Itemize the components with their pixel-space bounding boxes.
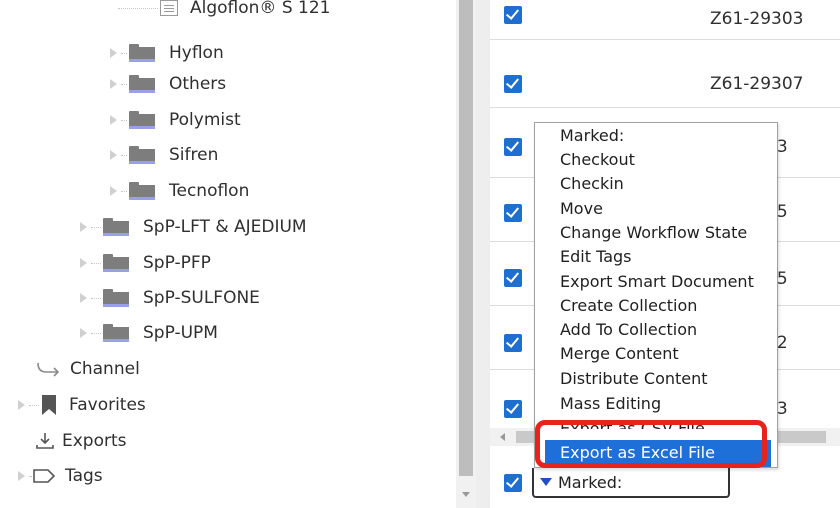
tree-connector xyxy=(121,190,127,192)
tree-item-tags[interactable]: Tags xyxy=(18,462,103,490)
tree-item-spp-sulfone[interactable]: SpP-SULFONE xyxy=(80,284,260,312)
expand-arrow-icon[interactable] xyxy=(80,328,87,338)
dropdown-triangle-icon xyxy=(540,478,552,486)
menu-item-edit-tags[interactable]: Edit Tags xyxy=(560,247,632,266)
tree-connector xyxy=(121,119,127,121)
row-id: Z61-29303 xyxy=(710,9,804,29)
tree-item-exports[interactable]: Exports xyxy=(36,427,127,455)
tree-item-others[interactable]: Others xyxy=(110,70,226,98)
expand-arrow-icon[interactable] xyxy=(110,186,117,196)
menu-item-create-collection[interactable]: Create Collection xyxy=(560,296,697,315)
tree-item-hyflon[interactable]: Hyflon xyxy=(110,39,224,67)
tree-connector xyxy=(91,262,101,264)
tree-item-favorites[interactable]: Favorites xyxy=(18,391,146,419)
tag-icon xyxy=(33,469,55,483)
row-checkbox[interactable] xyxy=(504,400,522,418)
tree-connector xyxy=(121,154,127,156)
menu-item-checkout[interactable]: Checkout xyxy=(560,150,635,169)
download-icon xyxy=(36,432,54,450)
tree-connector xyxy=(91,332,101,334)
table-row[interactable]: Z61-29303 xyxy=(490,0,840,40)
tree-item-tecnoflon[interactable]: Tecnoflon xyxy=(110,177,249,205)
menu-item-checkin[interactable]: Checkin xyxy=(560,174,624,193)
scroll-left-arrow-icon[interactable] xyxy=(500,433,505,441)
select-all-checkbox[interactable] xyxy=(504,474,522,492)
scroll-down-arrow-icon[interactable] xyxy=(462,492,470,497)
expand-arrow-icon[interactable] xyxy=(80,222,87,232)
folder-icon xyxy=(103,218,129,236)
tree-item-spp-pfp[interactable]: SpP-PFP xyxy=(80,249,211,277)
expand-arrow-icon[interactable] xyxy=(110,48,117,58)
table-row[interactable]: Z61-29307 xyxy=(490,40,840,108)
folder-icon xyxy=(103,289,129,307)
expand-arrow-icon[interactable] xyxy=(110,150,117,160)
folder-icon xyxy=(103,324,129,342)
tree-connector xyxy=(91,226,101,228)
menu-item-export-smart-document[interactable]: Export Smart Document xyxy=(560,272,754,291)
row-checkbox[interactable] xyxy=(504,138,522,156)
folder-icon xyxy=(129,44,155,62)
tree-item-algoflon[interactable]: Algoflon® S 121 xyxy=(118,0,330,22)
expand-arrow-icon[interactable] xyxy=(18,471,25,481)
tree-item-spp-lft-ajedium[interactable]: SpP-LFT & AJEDIUM xyxy=(80,213,307,241)
expand-arrow-icon[interactable] xyxy=(80,258,87,268)
folder-icon xyxy=(103,254,129,272)
folder-tree: Algoflon® S 121 Hyflon Others Polymist S… xyxy=(0,0,458,508)
tree-connector xyxy=(121,83,127,85)
grid-gutter xyxy=(476,0,490,508)
scrollbar-thumb[interactable] xyxy=(459,0,473,476)
tree-connector xyxy=(118,7,158,9)
highlight-annotation-box xyxy=(535,420,767,468)
channel-arrow-icon xyxy=(36,361,62,377)
folder-icon xyxy=(129,182,155,200)
document-icon xyxy=(160,0,178,16)
marked-actions-menu: Marked: Checkout Checkin Move Change Wor… xyxy=(534,122,778,468)
bookmark-icon xyxy=(41,395,57,415)
menu-item-move[interactable]: Move xyxy=(560,199,603,218)
tree-connector xyxy=(29,475,31,477)
tree-connector xyxy=(29,404,39,406)
folder-icon xyxy=(129,75,155,93)
expand-arrow-icon[interactable] xyxy=(80,293,87,303)
tree-scrollbar[interactable] xyxy=(456,0,476,508)
tree-item-spp-upm[interactable]: SpP-UPM xyxy=(80,319,218,347)
folder-icon xyxy=(129,111,155,129)
expand-arrow-icon[interactable] xyxy=(18,400,25,410)
row-checkbox[interactable] xyxy=(504,334,522,352)
tree-connector xyxy=(91,297,101,299)
expand-arrow-icon[interactable] xyxy=(110,79,117,89)
tree-item-polymist[interactable]: Polymist xyxy=(110,106,241,134)
tree-item-sifren[interactable]: Sifren xyxy=(110,141,218,169)
marked-actions-select[interactable]: Marked: xyxy=(532,468,730,498)
folder-icon xyxy=(129,146,155,164)
menu-item-marked-header: Marked: xyxy=(560,126,625,145)
tree-connector xyxy=(121,52,127,54)
tree-item-channel[interactable]: Channel xyxy=(36,355,140,383)
row-id: Z61-29307 xyxy=(710,74,804,94)
menu-item-merge-content[interactable]: Merge Content xyxy=(560,344,679,363)
menu-item-distribute-content[interactable]: Distribute Content xyxy=(560,369,708,388)
menu-item-mass-editing[interactable]: Mass Editing xyxy=(560,394,661,413)
row-checkbox[interactable] xyxy=(504,204,522,222)
menu-item-add-to-collection[interactable]: Add To Collection xyxy=(560,320,697,339)
menu-item-change-workflow-state[interactable]: Change Workflow State xyxy=(560,223,747,242)
row-checkbox[interactable] xyxy=(504,269,522,287)
row-checkbox[interactable] xyxy=(504,6,522,24)
expand-arrow-icon[interactable] xyxy=(110,115,117,125)
row-checkbox[interactable] xyxy=(504,75,522,93)
